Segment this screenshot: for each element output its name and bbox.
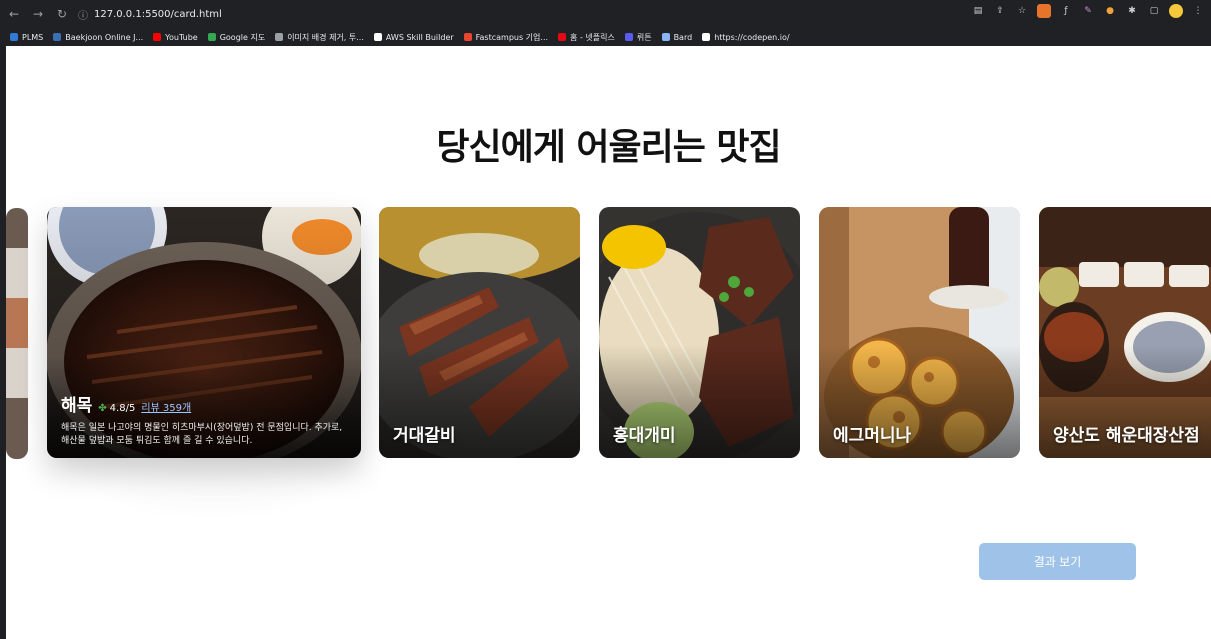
bookmark-favicon-icon: [153, 33, 162, 41]
forward-icon[interactable]: →: [28, 4, 48, 24]
bookmark-favicon-icon: [463, 33, 472, 41]
bookmark-item[interactable]: 뤼튼: [624, 32, 652, 43]
reviews-link[interactable]: 리뷰 359개: [141, 399, 191, 414]
bookmark-label: Fastcampus 기업...: [475, 32, 549, 42]
card-info: 해목 ✤ 4.8/5 리뷰 359개 해목은 일본 나고야의 명물인 히츠마부시…: [61, 391, 349, 448]
extensions-area: ▤ ⇪ ☆ ƒ ✎ ● ✱ ▢ ⋮: [971, 4, 1205, 18]
puzzle-icon[interactable]: ✱: [1125, 4, 1139, 18]
extension-icon[interactable]: ƒ: [1059, 4, 1073, 18]
bookmark-item[interactable]: YouTube: [153, 33, 198, 42]
bookmark-favicon-icon: [373, 33, 382, 41]
restaurant-card-active[interactable]: 해목 ✤ 4.8/5 리뷰 359개 해목은 일본 나고야의 명물인 히츠마부시…: [47, 207, 361, 458]
restaurant-card[interactable]: 에그머니나: [819, 207, 1020, 458]
bookmark-item[interactable]: AWS Skill Builder: [373, 32, 454, 42]
star-icon[interactable]: ☆: [1015, 4, 1029, 18]
bookmark-favicon-icon: [53, 33, 62, 41]
bookmark-label: 뤼튼: [636, 32, 652, 42]
sidepanel-icon[interactable]: ▢: [1147, 4, 1161, 18]
bookmark-label: Bard: [673, 32, 693, 42]
extension-icon[interactable]: [1037, 4, 1051, 18]
bookmark-label: Google 지도: [219, 32, 266, 42]
restaurant-card[interactable]: 거대갈비: [379, 207, 580, 458]
rating: ✤ 4.8/5: [98, 403, 135, 414]
address-text: 127.0.0.1:5500/card.html: [94, 8, 222, 20]
bookmark-favicon-icon: [702, 33, 711, 41]
result-button[interactable]: 결과 보기: [979, 543, 1136, 580]
page-title: 당신에게 어울리는 맛집: [436, 127, 781, 168]
bookmark-label: Baekjoon Online J...: [65, 32, 144, 42]
restaurant-card[interactable]: 양산도 해운대장산점: [1039, 207, 1211, 458]
bookmark-label: 홈 - 넷플릭스: [570, 32, 615, 42]
bookmark-label: 이미지 배경 제거, 투...: [287, 32, 364, 42]
bookmark-item[interactable]: PLMS: [10, 33, 43, 42]
restaurant-description: 해목은 일본 나고야의 명물인 히츠마부시(장어덮밥) 전 문점입니다. 추가로…: [61, 423, 343, 446]
extension-icon[interactable]: ✎: [1081, 4, 1095, 18]
restaurant-name: 홍대개미: [613, 426, 676, 446]
bookmark-favicon-icon: [661, 33, 670, 41]
bookmark-item[interactable]: Google 지도: [207, 32, 266, 43]
bookmark-label: AWS Skill Builder: [385, 32, 454, 42]
restaurant-name: 해목: [61, 396, 93, 416]
bookmark-item[interactable]: https://codepen.io/: [702, 32, 790, 42]
avatar[interactable]: [1169, 4, 1183, 18]
address-bar[interactable]: ⓘ 127.0.0.1:5500/card.html: [78, 4, 958, 24]
share-icon[interactable]: ⇪: [993, 4, 1007, 18]
bookmark-favicon-icon: [10, 33, 18, 41]
restaurant-name: 양산도 해운대장산점: [1053, 426, 1200, 446]
bookmark-label: PLMS: [22, 32, 44, 42]
bookmark-item[interactable]: 이미지 배경 제거, 투...: [275, 32, 364, 43]
restaurant-name: 거대갈비: [393, 426, 456, 446]
bookmark-item[interactable]: Baekjoon Online J...: [53, 33, 143, 42]
restaurant-card[interactable]: 홍대개미: [599, 207, 800, 458]
clover-icon: ✤: [98, 403, 107, 414]
bookmarks-bar: PLMS Baekjoon Online J... YouTube Google 지도…: [0, 28, 1211, 46]
bookmark-favicon-icon: [275, 33, 284, 41]
extension-icon[interactable]: ●: [1103, 4, 1117, 18]
rating-value: 4.8/5: [109, 403, 136, 414]
bookmark-item[interactable]: Bard: [661, 32, 693, 42]
bookmark-item[interactable]: Fastcampus 기업...: [463, 32, 549, 43]
restaurant-name: 에그머니나: [833, 426, 912, 446]
browser-toolbar: ← → ↻ ⓘ 127.0.0.1:5500/card.html ▤ ⇪ ☆ ƒ…: [0, 0, 1211, 28]
bookmark-favicon-icon: [558, 33, 567, 41]
bookmark-favicon-icon: [624, 33, 633, 41]
bookmark-label: https://codepen.io/: [714, 32, 790, 42]
reload-icon[interactable]: ↻: [52, 4, 72, 24]
bookmark-favicon-icon: [207, 33, 216, 41]
back-icon[interactable]: ←: [4, 4, 24, 24]
menu-icon[interactable]: ⋮: [1191, 4, 1205, 18]
site-info-icon[interactable]: ⓘ: [78, 7, 88, 22]
translate-icon[interactable]: ▤: [971, 4, 985, 18]
bookmark-item[interactable]: 홈 - 넷플릭스: [558, 32, 615, 43]
bookmark-label: YouTube: [165, 32, 198, 42]
page-viewport: 당신에게 어울리는 맛집 해목 ✤ 4.8/5 리뷰 359개 해목은 일본 나…: [6, 46, 1211, 639]
